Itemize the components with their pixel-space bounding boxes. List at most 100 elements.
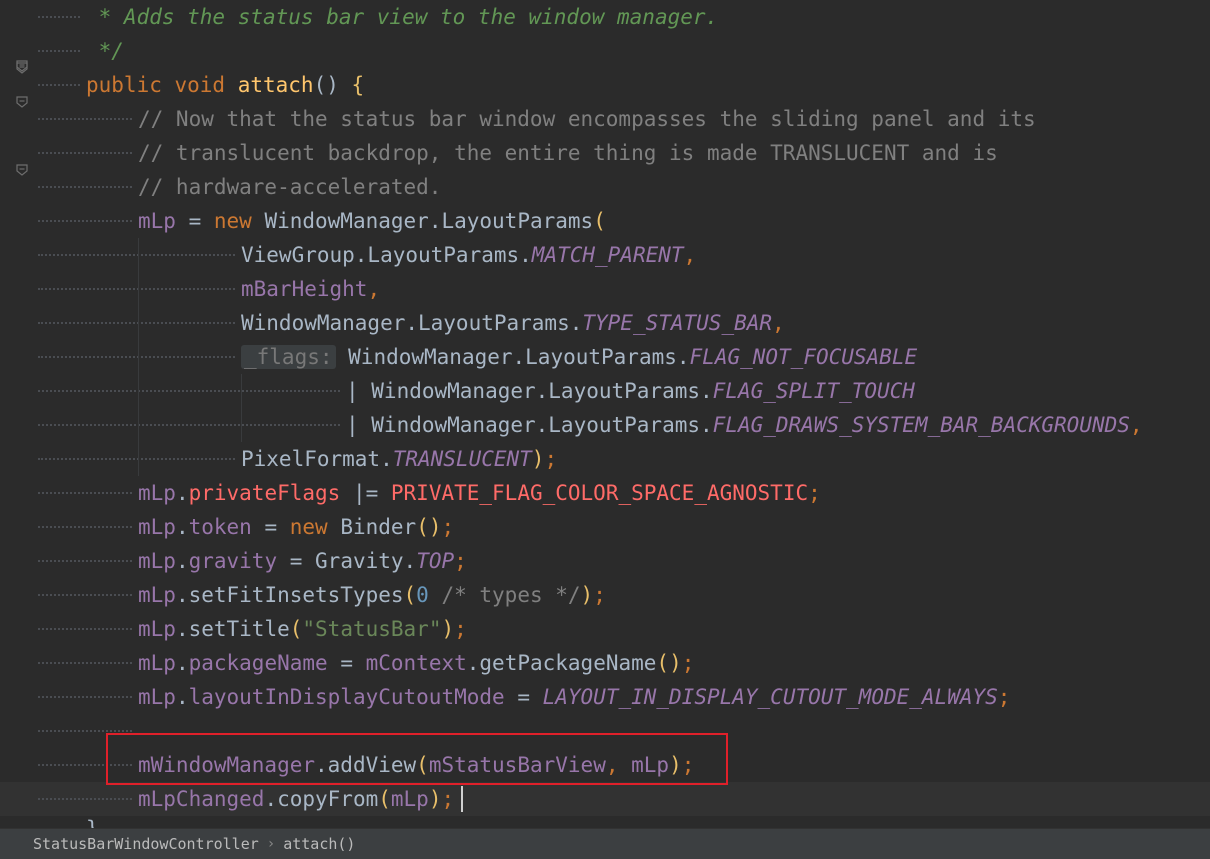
code-token: FLAG_SPLIT_TOUCH xyxy=(712,379,915,403)
text-caret xyxy=(461,786,463,812)
whitespace-indicator xyxy=(38,170,132,204)
whitespace-indicator xyxy=(38,612,132,646)
whitespace-indicator xyxy=(38,476,132,510)
code-line[interactable]: mBarHeight, xyxy=(0,272,1210,306)
code-line[interactable]: _flags: WindowManager.LayoutParams.FLAG_… xyxy=(0,340,1210,374)
code-text: // hardware-accelerated. xyxy=(138,170,441,204)
whitespace-indicator xyxy=(38,374,340,408)
code-token: () xyxy=(416,515,442,539)
whitespace-indicator xyxy=(38,306,235,340)
code-token: PRIVATE_FLAG_COLOR_SPACE_AGNOSTIC xyxy=(390,481,809,505)
whitespace-indicator xyxy=(38,0,80,34)
code-token: ) xyxy=(441,617,455,641)
code-line[interactable]: | WindowManager.LayoutParams.FLAG_DRAWS_… xyxy=(0,408,1210,442)
code-token: = xyxy=(251,515,290,539)
whitespace-indicator xyxy=(38,340,235,374)
code-token: .setTitle xyxy=(175,617,290,641)
code-text: mLpChanged.copyFrom(mLp); xyxy=(138,782,454,816)
code-text: // translucent backdrop, the entire thin… xyxy=(138,136,998,170)
code-line[interactable]: public void attach() { xyxy=(0,68,1210,102)
code-token: ; xyxy=(544,447,558,471)
code-editor[interactable]: * Adds the status bar view to the window… xyxy=(0,0,1210,828)
code-token: | WindowManager.LayoutParams. xyxy=(346,413,713,437)
code-token: new xyxy=(213,209,265,233)
code-line[interactable]: // Now that the status bar window encomp… xyxy=(0,102,1210,136)
code-token: TRANSLUCENT xyxy=(392,447,532,471)
code-line[interactable]: mLp.setTitle("StatusBar"); xyxy=(0,612,1210,646)
code-token: = xyxy=(327,651,366,675)
code-token: PixelFormat. xyxy=(241,447,393,471)
code-text: mLp.gravity = Gravity.TOP; xyxy=(138,544,467,578)
code-token: () xyxy=(313,73,352,97)
code-text: mBarHeight, xyxy=(241,272,380,306)
code-line[interactable]: // translucent backdrop, the entire thin… xyxy=(0,136,1210,170)
code-text: mLp.layoutInDisplayCutoutMode = LAYOUT_I… xyxy=(138,680,1010,714)
code-line[interactable]: mLp.setFitInsetsTypes(0 /* types */); xyxy=(0,578,1210,612)
code-line[interactable]: WindowManager.LayoutParams.TYPE_STATUS_B… xyxy=(0,306,1210,340)
code-token: mLp xyxy=(138,549,176,573)
whitespace-indicator xyxy=(38,408,340,442)
code-token: .copyFrom xyxy=(264,787,379,811)
highlight-annotation-box xyxy=(106,733,728,785)
breadcrumb-method[interactable]: attach() xyxy=(283,835,355,853)
code-text: public void attach() { xyxy=(86,68,364,102)
code-token: ) xyxy=(531,447,545,471)
code-line[interactable]: mLp.packageName = mContext.getPackageNam… xyxy=(0,646,1210,680)
code-text: mLp.token = new Binder(); xyxy=(138,510,454,544)
code-token: = xyxy=(175,209,214,233)
code-line[interactable]: mLpChanged.copyFrom(mLp); xyxy=(0,782,1210,816)
code-token: // Now that the status bar window encomp… xyxy=(138,107,1036,131)
whitespace-indicator xyxy=(38,578,132,612)
code-token: = Gravity. xyxy=(277,549,417,573)
code-line[interactable]: mLp.privateFlags |= PRIVATE_FLAG_COLOR_S… xyxy=(0,476,1210,510)
code-token: layoutInDisplayCutoutMode xyxy=(188,685,505,709)
code-token: LAYOUT_IN_DISPLAY_CUTOUT_MODE_ALWAYS xyxy=(542,685,998,709)
indent-guide xyxy=(138,306,139,340)
whitespace-indicator xyxy=(38,34,80,68)
code-token: WindowManager.LayoutParams xyxy=(264,209,594,233)
code-line[interactable]: mLp = new WindowManager.LayoutParams( xyxy=(0,204,1210,238)
code-text: | WindowManager.LayoutParams.FLAG_DRAWS_… xyxy=(346,408,1143,442)
code-token: /* types */ xyxy=(428,583,581,607)
code-line[interactable]: */ xyxy=(0,34,1210,68)
code-line[interactable]: mLp.gravity = Gravity.TOP; xyxy=(0,544,1210,578)
code-token: MATCH_PARENT xyxy=(531,243,684,267)
whitespace-indicator xyxy=(38,68,80,102)
whitespace-indicator xyxy=(38,204,132,238)
breadcrumb-class[interactable]: StatusBarWindowController xyxy=(33,835,259,853)
code-token: . xyxy=(175,481,189,505)
code-line[interactable]: mLp.token = new Binder(); xyxy=(0,510,1210,544)
whitespace-indicator xyxy=(38,510,132,544)
code-line[interactable]: | WindowManager.LayoutParams.FLAG_SPLIT_… xyxy=(0,374,1210,408)
code-text: mLp.setTitle("StatusBar"); xyxy=(138,612,467,646)
code-text: mLp = new WindowManager.LayoutParams( xyxy=(138,204,606,238)
code-token: mLp xyxy=(138,685,176,709)
code-token: |= xyxy=(340,481,391,505)
whitespace-indicator xyxy=(38,136,132,170)
code-token: ) xyxy=(428,787,442,811)
code-line[interactable]: mLp.layoutInDisplayCutoutMode = LAYOUT_I… xyxy=(0,680,1210,714)
code-token: ( xyxy=(289,617,303,641)
code-line[interactable]: PixelFormat.TRANSLUCENT); xyxy=(0,442,1210,476)
code-line[interactable]: // hardware-accelerated. xyxy=(0,170,1210,204)
indent-guide xyxy=(138,442,139,476)
code-token: Binder xyxy=(340,515,417,539)
code-token: token xyxy=(188,515,252,539)
whitespace-indicator xyxy=(38,238,235,272)
code-token: packageName xyxy=(188,651,328,675)
indent-guide xyxy=(138,408,139,442)
code-token: ; xyxy=(808,481,821,505)
code-token: WindowManager.LayoutParams. xyxy=(241,311,583,335)
code-token: . xyxy=(175,549,189,573)
code-token: , xyxy=(1129,413,1143,437)
code-token: { xyxy=(351,73,365,97)
code-token: ( xyxy=(403,583,417,607)
code-line[interactable]: * Adds the status bar view to the window… xyxy=(0,0,1210,34)
code-token: mLp xyxy=(138,481,176,505)
indent-guide xyxy=(138,272,139,306)
code-token: mLp xyxy=(138,617,176,641)
code-line[interactable]: ViewGroup.LayoutParams.MATCH_PARENT, xyxy=(0,238,1210,272)
closing-brace: } xyxy=(86,812,99,828)
whitespace-indicator xyxy=(38,782,132,816)
whitespace-indicator xyxy=(38,102,132,136)
